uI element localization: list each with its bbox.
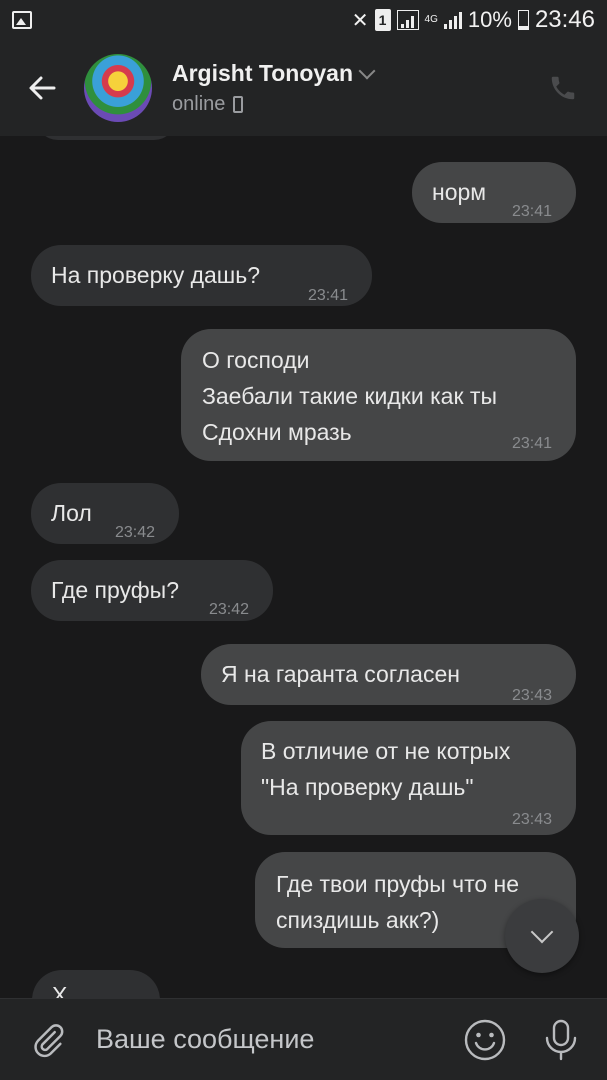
- message-time: 23:41: [512, 435, 553, 452]
- scroll-down-button[interactable]: [505, 899, 579, 973]
- chat-header: Argisht Tonoyan online: [0, 40, 607, 136]
- attach-button[interactable]: [0, 999, 96, 1080]
- message-bubble-incoming[interactable]: Где пруфы? 23:42: [31, 560, 273, 621]
- mobile-device-icon: [233, 96, 244, 113]
- message-time: 23:42: [209, 601, 250, 618]
- message-bubble[interactable]: [36, 136, 176, 140]
- message-text: Х: [52, 982, 68, 998]
- paperclip-icon: [34, 1023, 64, 1057]
- message-bubble-incoming[interactable]: Х: [32, 970, 160, 998]
- message-bubble-outgoing[interactable]: Я на гаранта согласен 23:43: [201, 644, 576, 705]
- message-bubble-incoming[interactable]: На проверку дашь? 23:41: [31, 245, 372, 306]
- message-composer: Ваше сообщение: [0, 998, 607, 1080]
- peer-status: online: [172, 93, 226, 115]
- back-button[interactable]: [0, 40, 84, 136]
- sim-icon: 1: [374, 9, 391, 31]
- arrow-left-icon: [29, 76, 56, 100]
- avatar[interactable]: [84, 54, 152, 122]
- chevron-down-icon: [530, 920, 554, 944]
- peer-info[interactable]: Argisht Tonoyan online: [172, 60, 376, 116]
- message-time: 23:43: [512, 811, 553, 828]
- message-bubble-outgoing[interactable]: В отличие от не котрых "На проверку дашь…: [241, 721, 576, 835]
- message-text: На проверку дашь?: [51, 262, 261, 288]
- message-time: 23:43: [512, 687, 553, 704]
- emoji-button[interactable]: [463, 1018, 507, 1062]
- message-text: Где пруфы?: [51, 577, 179, 603]
- microphone-icon: [545, 1019, 577, 1060]
- clock: 23:46: [534, 6, 595, 33]
- message-text: В отличие от не котрых "На проверку дашь…: [261, 738, 511, 800]
- signal-icon: [396, 10, 419, 30]
- status-bar: ✕ 1 4G 10% 23:46: [0, 0, 607, 40]
- voice-message-button[interactable]: [541, 1018, 581, 1062]
- message-input[interactable]: Ваше сообщение: [96, 1024, 463, 1055]
- message-text: Лол: [51, 500, 92, 526]
- message-time: 23:41: [512, 203, 553, 220]
- message-bubble-outgoing[interactable]: норм 23:41: [412, 162, 576, 223]
- message-text: Я на гаранта согласен: [221, 661, 460, 687]
- message-list[interactable]: норм 23:41 На проверку дашь? 23:41 О гос…: [0, 136, 607, 998]
- peer-name: Argisht Tonoyan: [172, 60, 354, 86]
- message-time: 23:41: [308, 287, 349, 304]
- mute-icon: ✕: [351, 9, 369, 32]
- network-type: 4G: [424, 14, 438, 25]
- smiley-icon: [464, 1019, 506, 1060]
- battery-icon: [517, 10, 529, 30]
- message-bubble-incoming[interactable]: Лол 23:42: [31, 483, 179, 544]
- gallery-notification-icon: [12, 11, 32, 29]
- message-time: 23:42: [115, 524, 156, 541]
- message-text: Где твои пруфы что не спиздишь акк?): [276, 871, 520, 933]
- chevron-down-icon: [358, 62, 376, 79]
- call-button[interactable]: [543, 68, 583, 108]
- phone-icon: [551, 76, 575, 100]
- message-bubble-outgoing[interactable]: О господи Заебали такие кидки как ты Сдо…: [181, 329, 576, 461]
- cell-signal-icon: [443, 11, 462, 29]
- battery-percent: 10%: [467, 7, 512, 32]
- message-text: норм: [432, 179, 487, 205]
- message-text: О господи Заебали такие кидки как ты Сдо…: [202, 347, 497, 445]
